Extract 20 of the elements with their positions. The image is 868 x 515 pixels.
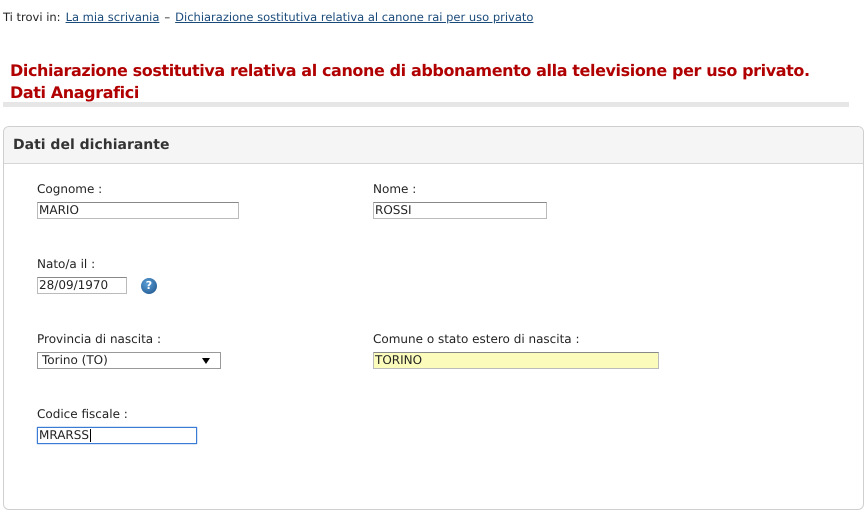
province-dropdown[interactable]: Torino (TO): [37, 352, 221, 369]
input-field[interactable]: ROSSI: [373, 202, 547, 219]
breadcrumb-link[interactable]: Dichiarazione sostitutiva relativa al canone rai per uso privato: [175, 10, 534, 24]
input-field[interactable]: TORINO: [373, 352, 659, 369]
page-title: Dichiarazione sostitutiva relativa al canone di abbonamento alla televisione per uso privato.: [10, 60, 810, 82]
breadcrumb-link[interactable]: La mia scrivania: [66, 10, 160, 24]
field-label: Codice fiscale :: [37, 407, 128, 421]
field-label: Cognome :: [37, 182, 102, 196]
field-label: Nome :: [373, 182, 416, 196]
field-label: Provincia di nascita :: [37, 332, 162, 346]
breadcrumb-separator: –: [164, 10, 170, 24]
dropdown-arrow-icon: [202, 358, 210, 364]
input-field[interactable]: MRARSS: [37, 427, 197, 444]
breadcrumb-label: Ti trovi in:: [3, 10, 61, 24]
input-field[interactable]: 28/09/1970: [37, 277, 127, 294]
panel-title: Dati del dichiarante: [13, 137, 170, 153]
page-title: Dati Anagrafici: [10, 82, 140, 104]
field-label: Nato/a il :: [37, 257, 96, 271]
field-label: Comune o stato estero di nascita :: [373, 332, 580, 346]
input-field[interactable]: MARIO: [37, 202, 239, 219]
